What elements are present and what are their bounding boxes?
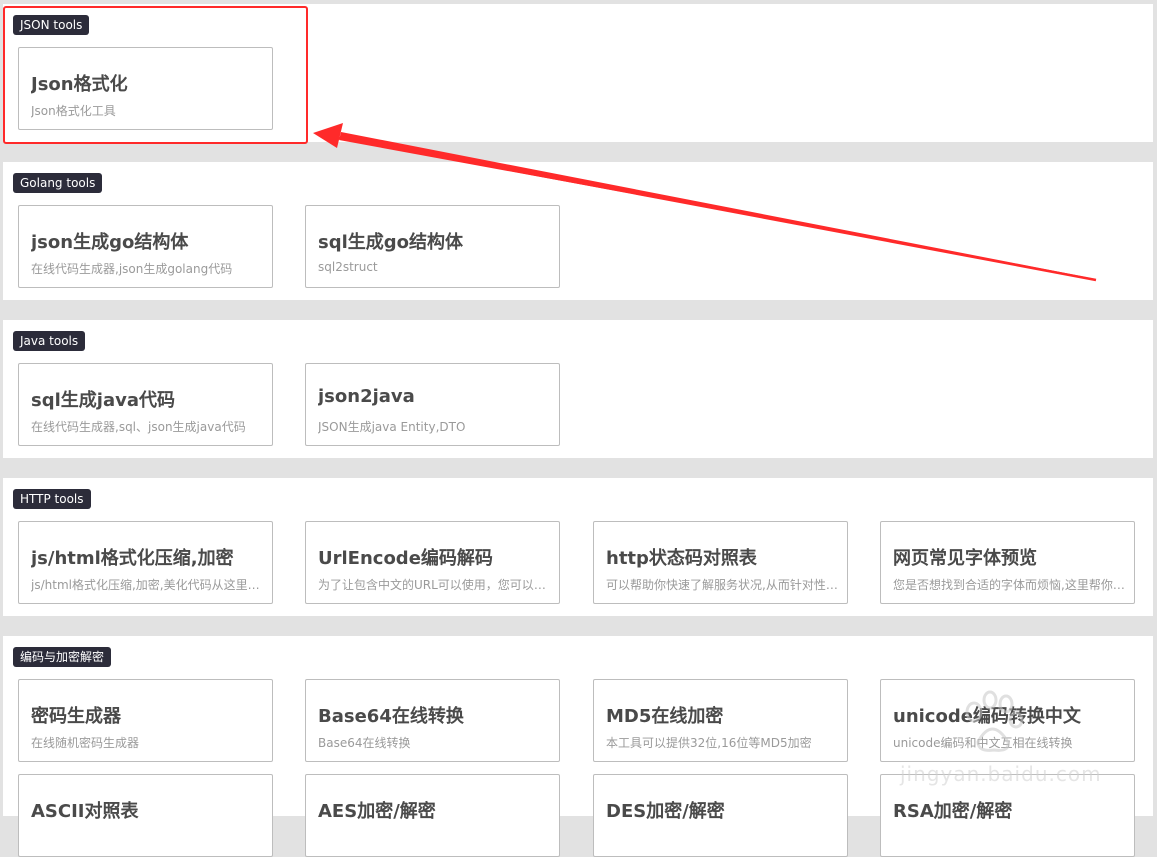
tool-card-desc: Base64在线转换 [318, 736, 411, 750]
tool-card-desc: 在线随机密码生成器 [31, 736, 140, 750]
tool-card-title: Base64在线转换 [318, 706, 464, 727]
tool-card-desc: 您是否想找到合适的字体而烦恼,这里帮你预览 [893, 578, 1125, 592]
tool-card-title: AES加密/解密 [318, 801, 436, 822]
tool-card-desc: 在线代码生成器,json生成golang代码 [31, 262, 233, 276]
tool-card-title: Json格式化 [31, 74, 128, 95]
tool-card[interactable]: unicode编码转换中文 unicode编码和中文互相在线转换 [880, 679, 1135, 762]
section-badge: 编码与加密解密 [13, 647, 112, 667]
section-encoding-crypto: 编码与加密解密 密码生成器 在线随机密码生成器 Base64在线转换 Base6… [3, 636, 1153, 857]
tool-card[interactable]: js/html格式化压缩,加密 js/html格式化压缩,加密,美化代码从这里开… [18, 521, 273, 604]
tool-card[interactable]: json2java JSON生成java Entity,DTO [305, 363, 560, 446]
tool-card[interactable]: sql生成java代码 在线代码生成器,sql、json生成java代码 [18, 363, 273, 446]
tool-card[interactable]: Base64在线转换 Base64在线转换 [305, 679, 560, 762]
tool-card-title: ASCII对照表 [31, 801, 139, 822]
tool-card[interactable]: ASCII对照表 [18, 774, 273, 857]
tool-card-title: sql生成go结构体 [318, 232, 464, 253]
tool-card-title: MD5在线加密 [606, 706, 724, 727]
tool-card[interactable]: MD5在线加密 本工具可以提供32位,16位等MD5加密 [593, 679, 848, 762]
tool-card-desc: 本工具可以提供32位,16位等MD5加密 [606, 736, 812, 750]
tool-card-title: RSA加密/解密 [893, 801, 1013, 822]
tool-card-title: json2java [318, 386, 415, 407]
tool-card[interactable]: UrlEncode编码解码 为了让包含中文的URL可以使用，您可以使用本工具 [305, 521, 560, 604]
section-badge: JSON tools [13, 15, 90, 35]
tool-card[interactable]: DES加密/解密 [593, 774, 848, 857]
tool-card-title: sql生成java代码 [31, 390, 175, 411]
tool-card[interactable]: 密码生成器 在线随机密码生成器 [18, 679, 273, 762]
tool-card-title: DES加密/解密 [606, 801, 725, 822]
section-badge: Java tools [13, 331, 86, 351]
tool-card-desc: JSON生成java Entity,DTO [318, 420, 466, 434]
tool-card-desc: js/html格式化压缩,加密,美化代码从这里开始 [31, 578, 263, 592]
section-badge: HTTP tools [13, 489, 91, 509]
tool-card[interactable]: AES加密/解密 [305, 774, 560, 857]
tool-card[interactable]: json生成go结构体 在线代码生成器,json生成golang代码 [18, 205, 273, 288]
tool-card[interactable]: 网页常见字体预览 您是否想找到合适的字体而烦恼,这里帮你预览 [880, 521, 1135, 604]
tool-card-title: 密码生成器 [31, 706, 121, 727]
tool-card-title: unicode编码转换中文 [893, 706, 1081, 727]
tool-card-desc: 在线代码生成器,sql、json生成java代码 [31, 420, 246, 434]
section-golang-tools: Golang tools json生成go结构体 在线代码生成器,json生成g… [3, 162, 1153, 300]
tool-card[interactable]: RSA加密/解密 [880, 774, 1135, 857]
tool-card-title: 网页常见字体预览 [893, 548, 1037, 569]
tool-card-desc: unicode编码和中文互相在线转换 [893, 736, 1073, 750]
section-java-tools: Java tools sql生成java代码 在线代码生成器,sql、json生… [3, 320, 1153, 458]
tool-card-desc: Json格式化工具 [31, 104, 116, 118]
section-badge: Golang tools [13, 173, 103, 193]
tool-card-desc: 可以帮助你快速了解服务状况,从而针对性处理 [606, 578, 838, 592]
section-json-tools: JSON tools Json格式化 Json格式化工具 [3, 4, 1153, 142]
tool-card-title: UrlEncode编码解码 [318, 548, 493, 569]
tool-card-title: http状态码对照表 [606, 548, 757, 569]
tool-card[interactable]: http状态码对照表 可以帮助你快速了解服务状况,从而针对性处理 [593, 521, 848, 604]
tool-card-title: js/html格式化压缩,加密 [31, 548, 234, 569]
tool-card-title: json生成go结构体 [31, 232, 189, 253]
tool-card[interactable]: sql生成go结构体 sql2struct [305, 205, 560, 288]
tool-card-desc: sql2struct [318, 260, 378, 274]
tool-card[interactable]: Json格式化 Json格式化工具 [18, 47, 273, 130]
tool-card-desc: 为了让包含中文的URL可以使用，您可以使用本工具 [318, 578, 550, 592]
section-http-tools: HTTP tools js/html格式化压缩,加密 js/html格式化压缩,… [3, 478, 1153, 616]
